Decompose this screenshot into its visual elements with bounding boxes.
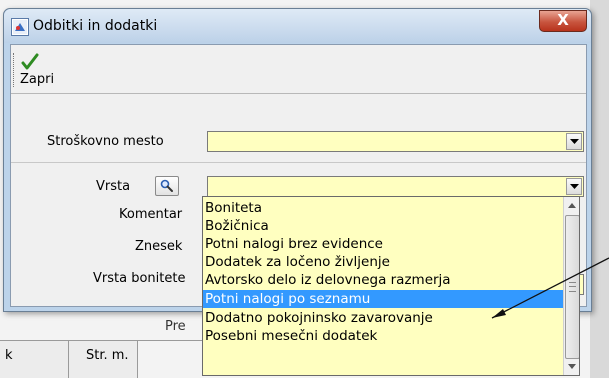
type-label: Vrsta	[96, 179, 131, 194]
dropdown-item[interactable]: Potni nalogi brez evidence	[203, 235, 563, 253]
grid-col-str-m: Str. m.	[86, 348, 129, 363]
grid-col-fragment: k	[5, 348, 13, 363]
benefit-type-label: Vrsta bonitete	[93, 271, 186, 286]
dropdown-item-selected[interactable]: Potni nalogi po seznamu	[203, 290, 563, 308]
type-dropdown-button[interactable]	[566, 178, 582, 195]
type-combo[interactable]	[207, 176, 584, 197]
dropdown-item[interactable]: Božičnica	[203, 217, 563, 235]
chevron-up-icon	[568, 203, 576, 208]
type-dropdown-list[interactable]: Boniteta Božičnica Potni nalogi brez evi…	[202, 196, 580, 376]
type-search-button[interactable]	[155, 176, 179, 196]
close-button[interactable]: X	[539, 10, 587, 32]
toolbar: Zapri	[11, 45, 586, 92]
scroll-down-button[interactable]	[564, 358, 579, 375]
scroll-thumb[interactable]	[565, 215, 579, 359]
background-area	[590, 0, 609, 378]
zapri-label: Zapri	[20, 72, 55, 87]
dropdown-item[interactable]: Dodatek za ločeno življenje	[203, 253, 563, 271]
close-icon: X	[557, 11, 569, 29]
chevron-down-icon	[568, 364, 576, 369]
dropdown-item[interactable]: Avtorsko delo iz delovnega razmerja	[203, 271, 563, 289]
cost-center-combo[interactable]	[207, 131, 584, 152]
dropdown-item[interactable]: Posebni mesečni dodatek	[203, 327, 563, 345]
title-bar[interactable]: Odbitki in dodatki X	[4, 9, 591, 43]
window-title: Odbitki in dodatki	[33, 18, 158, 34]
zapri-button[interactable]: Zapri	[15, 51, 61, 89]
chevron-down-icon	[570, 139, 579, 144]
section-divider	[11, 162, 586, 163]
comment-label: Komentar	[119, 207, 183, 222]
checkmark-icon	[21, 53, 39, 70]
dropdown-item[interactable]: Boniteta	[203, 199, 563, 217]
dropdown-item[interactable]: Dodatno pokojninsko zavarovanje	[203, 309, 563, 327]
background-tab-fragment: Pre	[165, 319, 186, 334]
scroll-grip-icon	[569, 282, 576, 292]
app-icon	[11, 18, 29, 36]
dropdown-scrollbar[interactable]	[563, 197, 579, 375]
amount-label: Znesek	[135, 239, 183, 254]
cost-center-label: Stroškovno mesto	[47, 134, 164, 149]
magnifier-icon	[160, 179, 173, 192]
cost-center-dropdown-button[interactable]	[566, 133, 582, 150]
scroll-up-button[interactable]	[564, 197, 579, 214]
toolbar-divider	[11, 93, 586, 94]
chevron-down-icon	[570, 184, 579, 189]
